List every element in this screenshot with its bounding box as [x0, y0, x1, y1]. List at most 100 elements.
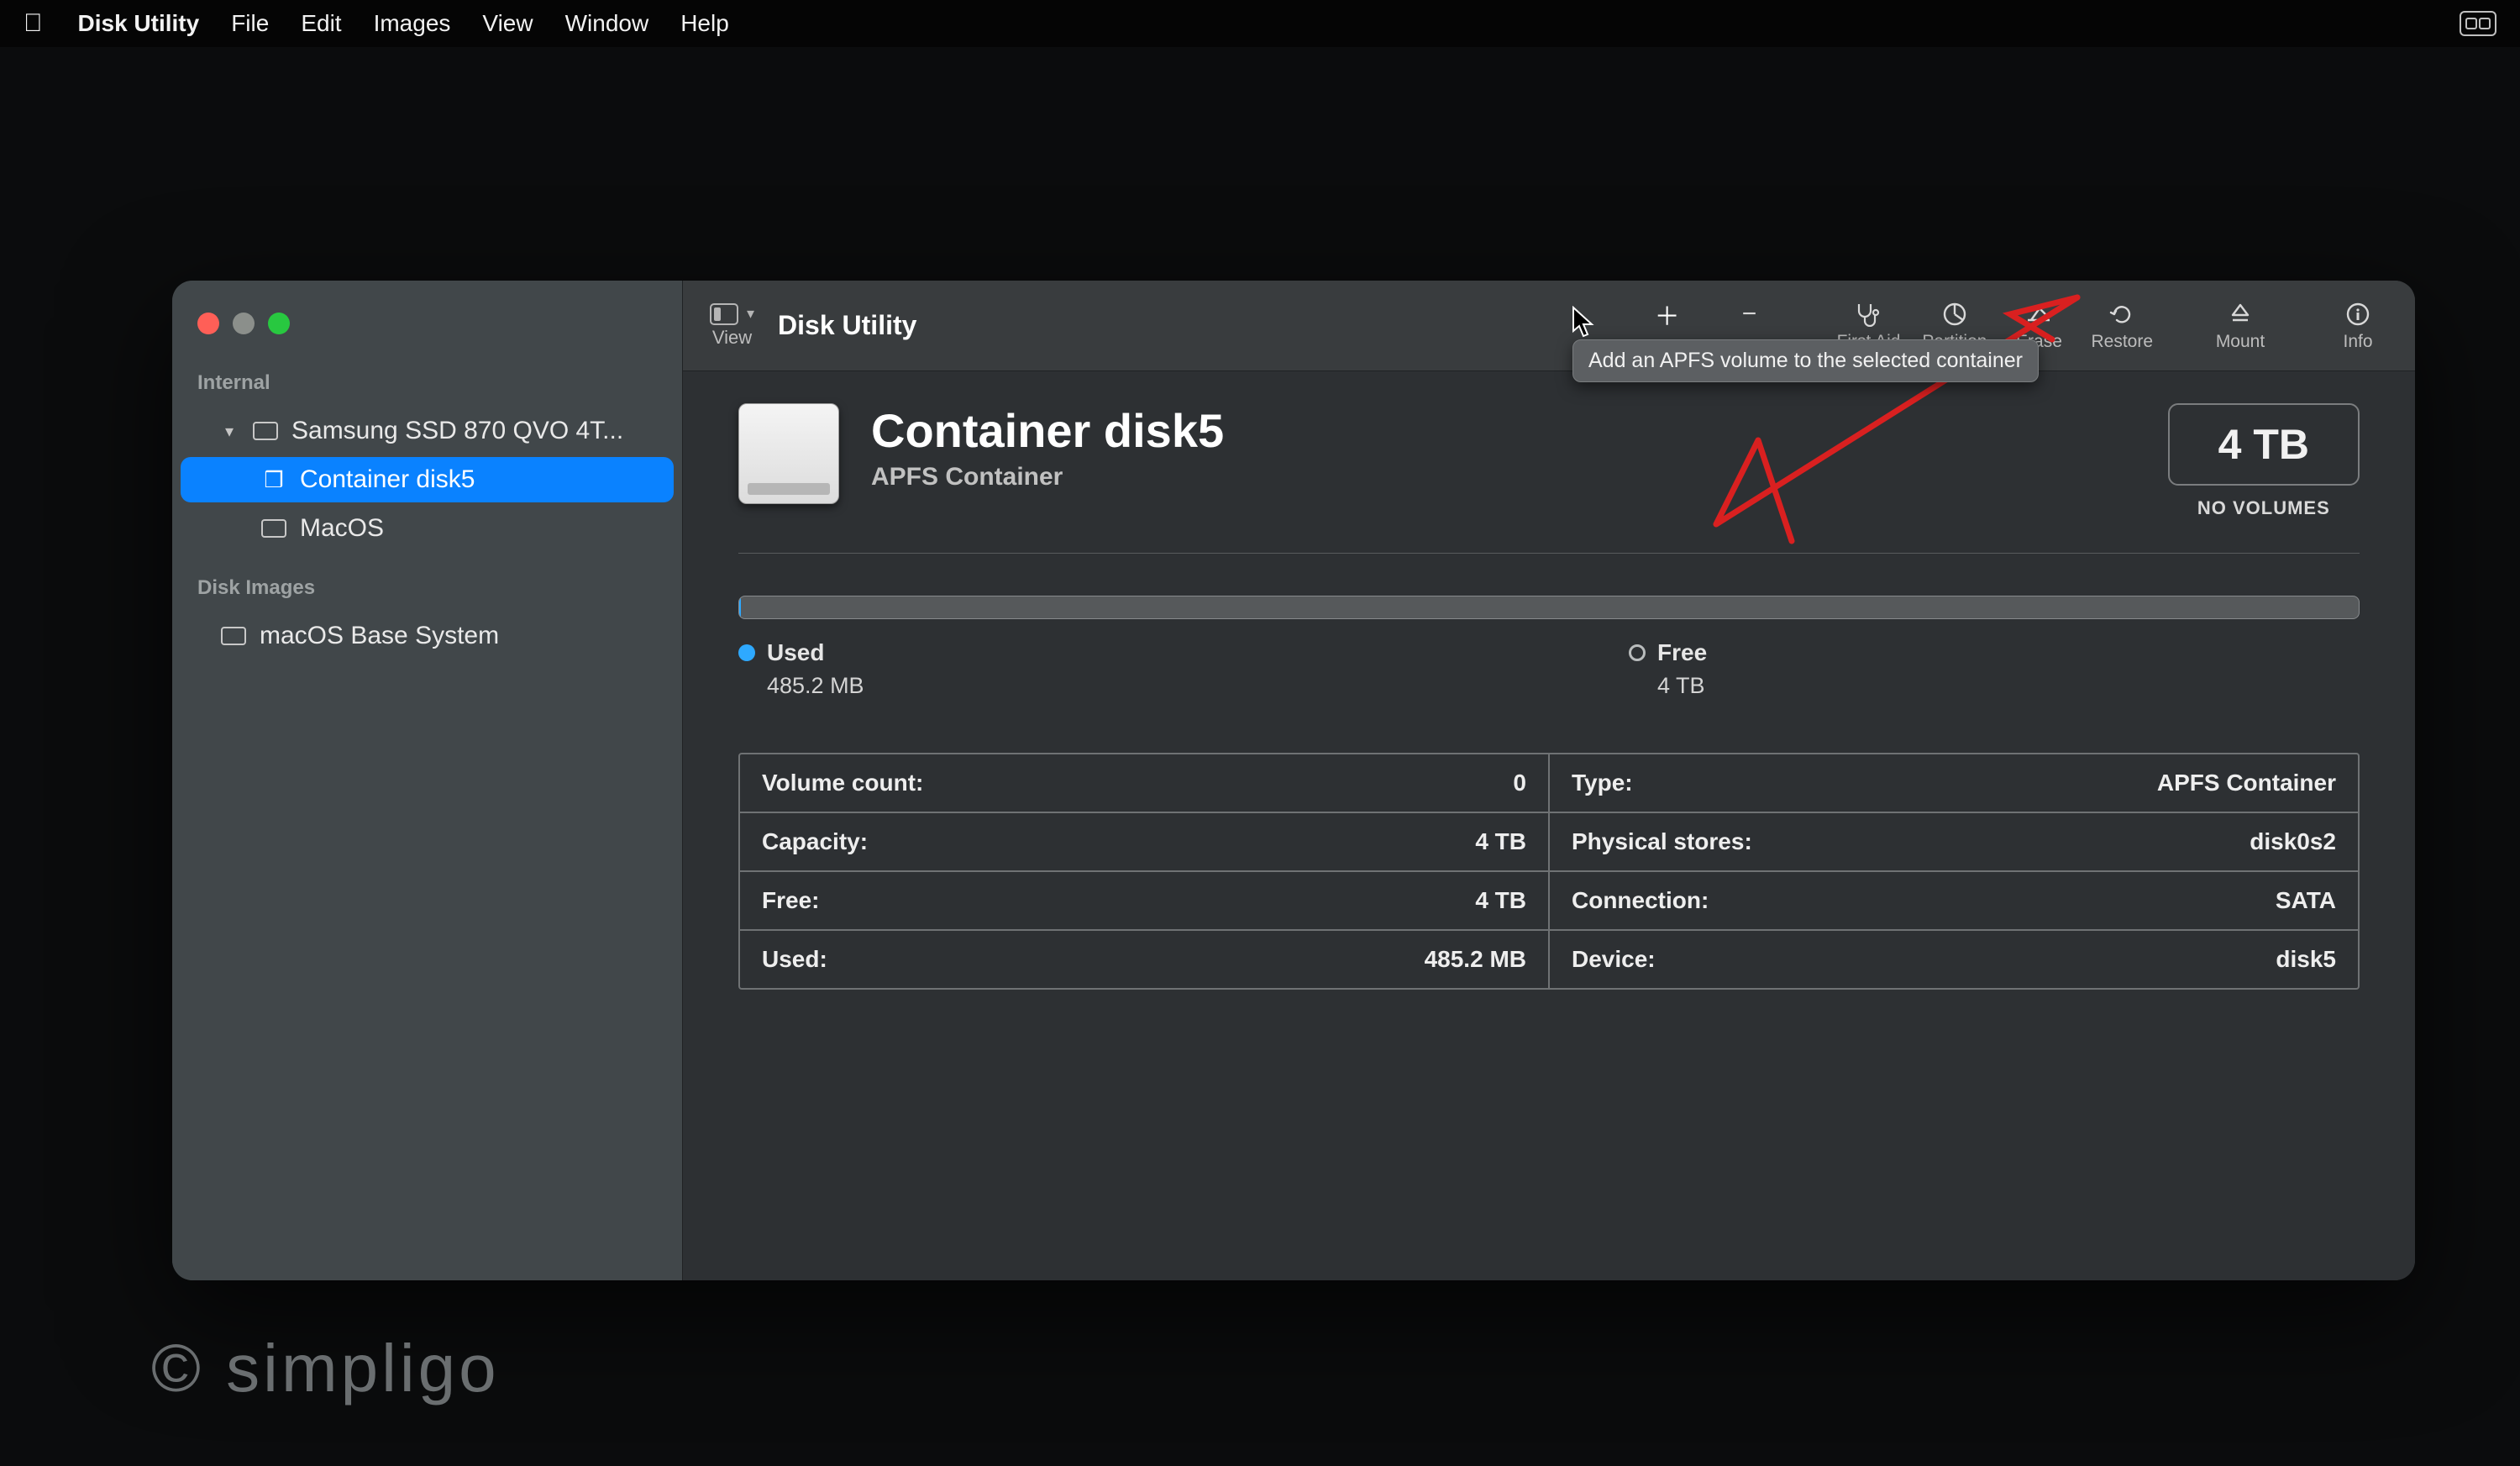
chevron-down-icon: ▾: [747, 305, 754, 323]
info-value: SATA: [2276, 887, 2336, 914]
sidebar-item-label: Container disk5: [300, 465, 475, 494]
mouse-cursor-icon: [1572, 306, 1597, 338]
apple-menu-icon[interactable]: : [24, 9, 43, 38]
usage-bar-used-segment: [739, 596, 741, 618]
volume-count-label: NO VOLUMES: [2197, 497, 2330, 519]
usage-bar: [738, 596, 2360, 619]
macos-menubar:  Disk Utility File Edit Images View Win…: [0, 0, 2520, 47]
app-menu[interactable]: Disk Utility: [78, 10, 200, 37]
volume-subtitle: APFS Container: [871, 463, 1224, 491]
menu-view[interactable]: View: [482, 10, 533, 37]
divider: [738, 553, 2360, 554]
main-area: Container disk5 APFS Container 4 TB NO V…: [683, 371, 2415, 1280]
info-key: Volume count:: [762, 770, 923, 796]
sidebar-item-macos-volume[interactable]: MacOS: [181, 506, 674, 551]
menu-file[interactable]: File: [231, 10, 269, 37]
sidebar-toggle-icon: [710, 303, 738, 325]
restore-icon: [2109, 300, 2134, 328]
toolbar: ▾ View Disk Utility ＋ Volume − .: [683, 281, 2415, 371]
info-row: Volume count: 0: [740, 754, 1548, 813]
disk-icon: [219, 625, 248, 647]
view-toggle[interactable]: ▾ View: [710, 303, 754, 349]
info-value: APFS Container: [2157, 770, 2336, 796]
info-key: Device:: [1572, 946, 1656, 973]
capacity-value: 4 TB: [2218, 421, 2309, 468]
mount-button[interactable]: Mount: [2210, 300, 2271, 352]
info-row: Type: APFS Container: [1550, 754, 2358, 813]
stethoscope-icon: [1855, 300, 1882, 328]
info-value: 485.2 MB: [1425, 946, 1526, 973]
menu-window[interactable]: Window: [565, 10, 649, 37]
toolbar-button-label: Mount: [2216, 332, 2265, 352]
erase-icon: [2024, 300, 2053, 328]
info-key: Connection:: [1572, 887, 1709, 914]
disclosure-triangle-icon[interactable]: ▾: [219, 421, 239, 442]
info-value: 0: [1513, 770, 1526, 796]
volume-title: Container disk5: [871, 403, 1224, 458]
watermark: © simpligo: [151, 1330, 500, 1407]
sidebar-item-physical-drive[interactable]: ▾ Samsung SSD 870 QVO 4T...: [181, 408, 674, 454]
info-key: Capacity:: [762, 828, 868, 855]
legend-free-label: Free: [1657, 639, 1707, 666]
mount-icon: [2228, 300, 2253, 328]
view-toggle-label: View: [712, 327, 752, 349]
sidebar-section-diskimages: Disk Images: [172, 568, 682, 610]
info-key: Physical stores:: [1572, 828, 1752, 855]
sidebar-item-label: Samsung SSD 870 QVO 4T...: [291, 417, 623, 445]
tooltip: Add an APFS volume to the selected conta…: [1572, 339, 2039, 382]
info-row: Capacity: 4 TB: [740, 813, 1548, 872]
legend-used-value: 485.2 MB: [738, 673, 1058, 699]
disk-icon: [260, 518, 288, 539]
info-row: Free: 4 TB: [740, 872, 1548, 931]
info-table: Volume count: 0 Capacity: 4 TB Free: 4 TB U…: [738, 753, 2360, 990]
control-center-icon[interactable]: [2460, 11, 2496, 36]
legend-used-label: Used: [767, 639, 824, 666]
info-table-left: Volume count: 0 Capacity: 4 TB Free: 4 TB U…: [740, 754, 1548, 988]
zoom-window-button[interactable]: [268, 313, 290, 334]
menu-edit[interactable]: Edit: [301, 10, 341, 37]
window-traffic-lights: [172, 292, 682, 363]
sidebar-item-label: MacOS: [300, 514, 384, 543]
window-title: Disk Utility: [778, 310, 916, 341]
content-pane: ▾ View Disk Utility ＋ Volume − .: [683, 281, 2415, 1280]
plus-icon: ＋: [1655, 300, 1680, 328]
sidebar-item-container[interactable]: ❒ Container disk5: [181, 457, 674, 502]
drive-icon: [738, 403, 839, 504]
pie-icon: [1942, 300, 1967, 328]
info-button[interactable]: Info: [2328, 300, 2388, 352]
info-row: Device: disk5: [1550, 931, 2358, 988]
info-value: 4 TB: [1475, 828, 1526, 855]
info-key: Free:: [762, 887, 819, 914]
sidebar: Internal ▾ Samsung SSD 870 QVO 4T... ❒ C…: [172, 281, 683, 1280]
info-row: Used: 485.2 MB: [740, 931, 1548, 988]
info-value: disk0s2: [2250, 828, 2336, 855]
toolbar-button-label: Info: [2343, 332, 2372, 352]
restore-button[interactable]: Restore: [2091, 300, 2153, 352]
minimize-window-button[interactable]: [233, 313, 255, 334]
info-table-right: Type: APFS Container Physical stores: disk…: [1548, 754, 2358, 988]
menu-images[interactable]: Images: [374, 10, 451, 37]
sidebar-section-internal: Internal: [172, 363, 682, 405]
close-window-button[interactable]: [197, 313, 219, 334]
info-icon: [2346, 300, 2370, 328]
info-row: Connection: SATA: [1550, 872, 2358, 931]
sidebar-item-label: macOS Base System: [260, 622, 499, 650]
disk-icon: [251, 420, 280, 442]
container-icon: ❒: [260, 469, 288, 491]
info-key: Type:: [1572, 770, 1633, 796]
info-key: Used:: [762, 946, 827, 973]
capacity-box: 4 TB NO VOLUMES: [2168, 403, 2360, 519]
legend-dot-free: [1629, 644, 1646, 661]
legend-free-value: 4 TB: [1629, 673, 1948, 699]
info-value: 4 TB: [1475, 887, 1526, 914]
toolbar-button-label: Restore: [2091, 332, 2153, 352]
info-row: Physical stores: disk0s2: [1550, 813, 2358, 872]
sidebar-item-disk-image[interactable]: macOS Base System: [181, 613, 674, 659]
menu-help[interactable]: Help: [680, 10, 729, 37]
disk-utility-window: Internal ▾ Samsung SSD 870 QVO 4T... ❒ C…: [172, 281, 2415, 1280]
volume-header: Container disk5 APFS Container 4 TB NO V…: [738, 403, 2360, 519]
usage-legend: Used 485.2 MB Free 4 TB: [738, 639, 2360, 699]
info-value: disk5: [2276, 946, 2336, 973]
legend-dot-used: [738, 644, 755, 661]
minus-icon: −: [1742, 300, 1757, 328]
